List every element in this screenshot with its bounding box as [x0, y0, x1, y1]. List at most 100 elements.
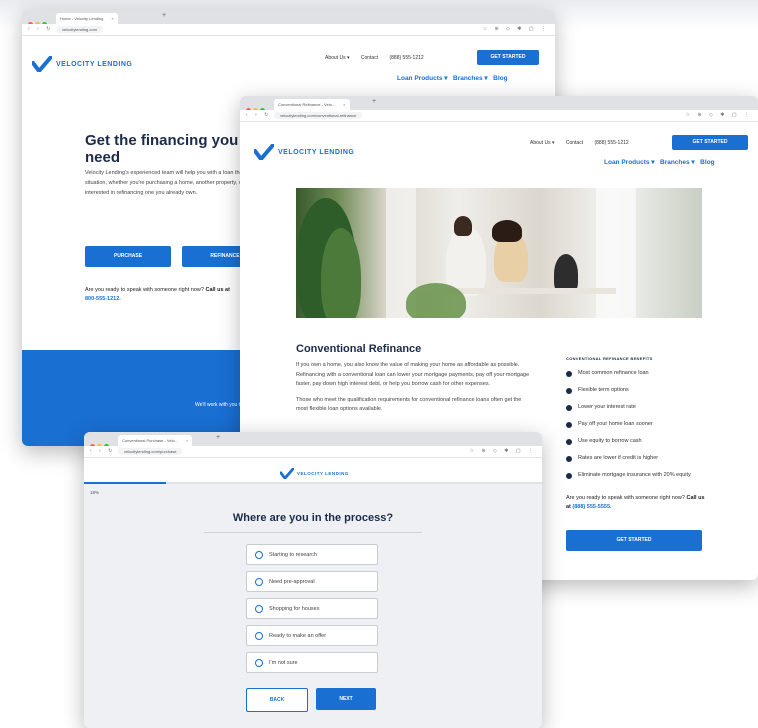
- toolbar-icons[interactable]: ☆ ⊕ ◇ ✱ ▢ ⋮: [686, 112, 752, 118]
- option-label: Shopping for houses: [269, 605, 320, 612]
- nav-about[interactable]: About Us ▾: [325, 55, 349, 61]
- call-us-phone[interactable]: 800-555-1212.: [85, 296, 121, 302]
- get-started-button[interactable]: GET STARTED: [672, 135, 748, 150]
- radio-icon[interactable]: [255, 604, 263, 613]
- nav-arrows-icon[interactable]: ‹ › ↻: [90, 448, 115, 454]
- logo[interactable]: VELOCITY LENDING: [254, 144, 354, 160]
- nav-blog[interactable]: Blog: [700, 159, 714, 166]
- radio-icon[interactable]: [255, 550, 263, 559]
- new-tab-icon[interactable]: +: [216, 434, 220, 441]
- hero-title: Get the financing you need: [85, 132, 239, 166]
- new-tab-icon[interactable]: +: [162, 12, 166, 19]
- benefit-item: Lower your interest rate: [566, 404, 636, 411]
- nav-branches[interactable]: Branches ▾: [660, 159, 695, 166]
- next-button[interactable]: NEXT: [316, 688, 376, 710]
- option-shopping[interactable]: Shopping for houses: [246, 598, 378, 619]
- radio-icon[interactable]: [255, 631, 263, 640]
- purchase-button[interactable]: PURCHASE: [85, 246, 171, 267]
- option-label: Starting to research: [269, 551, 317, 558]
- benefit-item: Most common refinance loan: [566, 370, 649, 377]
- logo[interactable]: VELOCITY LENDING: [280, 468, 349, 479]
- tab-bar: Conventional Purchase - Velo... × +: [84, 432, 542, 449]
- close-tab-icon[interactable]: ×: [111, 16, 113, 21]
- check-icon: [566, 371, 572, 377]
- divider: [204, 532, 422, 533]
- option-need-preapproval[interactable]: Need pre-approval: [246, 571, 378, 592]
- progress-label: 18%: [90, 490, 100, 495]
- toolbar-icons[interactable]: ☆ ⊕ ◇ ✱ ▢ ⋮: [470, 448, 536, 454]
- option-not-sure[interactable]: I'm not sure: [246, 652, 378, 673]
- check-icon: [566, 388, 572, 394]
- logo-check-icon: [254, 144, 274, 160]
- url-field[interactable]: velocitylending.com: [56, 26, 103, 33]
- url-field[interactable]: velocitylending.com/conventional-refinan…: [274, 112, 363, 119]
- address-bar: ‹ › ↻ velocitylending.com/purchase ☆ ⊕ ◇…: [84, 446, 542, 458]
- window-frame: [596, 188, 636, 318]
- nav-loan-products[interactable]: Loan Products ▾: [397, 75, 448, 82]
- tab-bar: Home - Velocity Lending × +: [22, 10, 555, 27]
- call-us-phone[interactable]: (888) 555-5555.: [572, 504, 611, 510]
- benefit-label: Flexible term options: [578, 387, 629, 393]
- page-title: Conventional Refinance: [296, 343, 422, 355]
- family-photo: [296, 188, 702, 318]
- question-title: Where are you in the process?: [232, 512, 394, 524]
- person-head: [454, 216, 472, 236]
- option-ready-offer[interactable]: Ready to make an offer: [246, 625, 378, 646]
- nav-loan-products[interactable]: Loan Products ▾: [604, 159, 655, 166]
- call-us-text: Are you ready to speak with someone righ…: [566, 494, 706, 512]
- back-button[interactable]: BACK: [246, 688, 308, 712]
- nav-contact[interactable]: Contact: [361, 55, 378, 61]
- nav-arrows-icon[interactable]: ‹ › ↻: [246, 112, 271, 118]
- top-nav: About Us ▾ Contact (888) 555-1212: [325, 55, 434, 61]
- nav-phone[interactable]: (888) 555-1212: [389, 55, 423, 61]
- tab-title: Conventional Refinance - Velo...: [278, 102, 336, 107]
- new-tab-icon[interactable]: +: [372, 98, 376, 105]
- benefits-title: CONVENTIONAL REFINANCE BENEFITS: [566, 356, 653, 361]
- nav-blog[interactable]: Blog: [493, 75, 507, 82]
- logo-check-icon: [32, 56, 52, 72]
- nav-about[interactable]: About Us ▾: [530, 140, 554, 146]
- option-label: I'm not sure: [269, 659, 298, 666]
- benefit-label: Use equity to borrow cash: [578, 438, 642, 444]
- get-started-button[interactable]: GET STARTED: [477, 50, 539, 65]
- benefit-item: Use equity to borrow cash: [566, 438, 642, 445]
- plant-shape: [321, 228, 361, 318]
- benefit-item: Pay off your home loan sooner: [566, 421, 653, 428]
- hero-text: Velocity Lending's experienced team will…: [85, 170, 265, 196]
- logo-text: VELOCITY LENDING: [278, 148, 355, 156]
- radio-icon[interactable]: [255, 658, 263, 667]
- browser-tab[interactable]: Conventional Purchase - Velo... ×: [118, 435, 193, 446]
- nav-arrows-icon[interactable]: ‹ › ↻: [28, 26, 53, 32]
- logo-text: VELOCITY LENDING: [297, 471, 349, 476]
- browser-tab[interactable]: Conventional Refinance - Velo... ×: [274, 99, 350, 110]
- benefit-label: Rates are lower if credit is higher: [578, 455, 659, 461]
- check-icon: [566, 422, 572, 428]
- paragraph-2: Those who meet the qualification require…: [296, 396, 522, 413]
- benefit-item: Flexible term options: [566, 387, 629, 394]
- call-us-question: Are you ready to speak with someone righ…: [85, 287, 204, 293]
- close-tab-icon[interactable]: ×: [343, 102, 345, 107]
- url-field[interactable]: velocitylending.com/purchase: [118, 448, 183, 455]
- address-bar: ‹ › ↻ velocitylending.com ☆ ⊕ ◇ ✱ ▢ ⋮: [22, 24, 555, 36]
- check-icon: [566, 473, 572, 479]
- radio-icon[interactable]: [255, 577, 263, 586]
- tab-title: Conventional Purchase - Velo...: [122, 438, 179, 443]
- option-starting-research[interactable]: Starting to research: [246, 544, 378, 565]
- logo[interactable]: VELOCITY LENDING: [32, 56, 132, 72]
- close-tab-icon[interactable]: ×: [186, 438, 188, 443]
- benefit-item: Eliminate mortgage insurance with 20% eq…: [566, 472, 706, 479]
- toolbar-icons[interactable]: ☆ ⊕ ◇ ✱ ▢ ⋮: [483, 26, 549, 32]
- cta-get-started-button[interactable]: GET STARTED: [566, 530, 702, 551]
- nav-contact[interactable]: Contact: [566, 140, 583, 146]
- option-label: Need pre-approval: [269, 578, 315, 585]
- nav-phone[interactable]: (888) 555-1212: [594, 140, 628, 146]
- call-us-text: Are you ready to speak with someone righ…: [85, 286, 235, 304]
- nav-branches[interactable]: Branches ▾: [453, 75, 488, 82]
- benefit-item: Rates are lower if credit is higher: [566, 455, 658, 462]
- tab-bar: Conventional Refinance - Velo... × +: [240, 96, 758, 113]
- check-icon: [566, 405, 572, 411]
- check-icon: [566, 439, 572, 445]
- top-nav: About Us ▾ Contact (888) 555-1212: [530, 140, 639, 146]
- browser-tab[interactable]: Home - Velocity Lending ×: [56, 13, 118, 24]
- address-bar: ‹ › ↻ velocitylending.com/conventional-r…: [240, 110, 758, 122]
